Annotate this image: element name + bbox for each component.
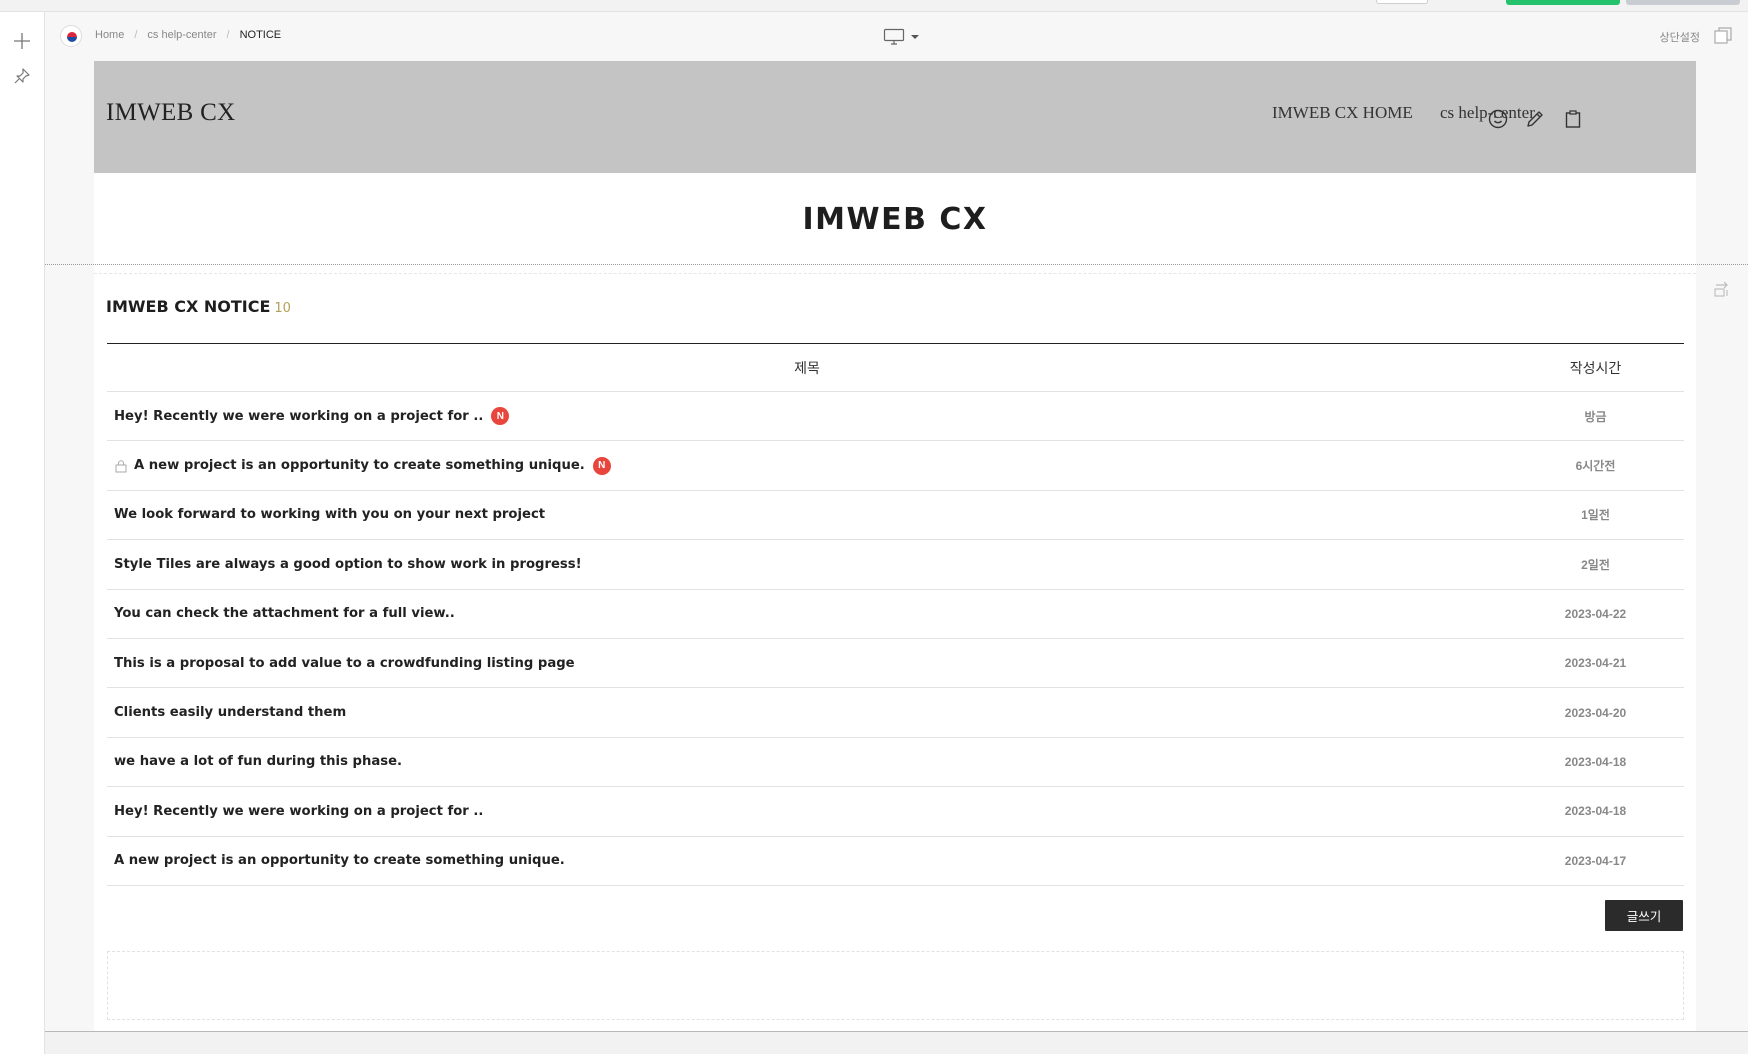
section-divider <box>45 264 1748 265</box>
add-section-button[interactable] <box>8 27 36 55</box>
table-row[interactable]: You can check the attachment for a full … <box>107 590 1684 639</box>
site-header: IMWEB CX IMWEB CX HOME cs help-center <box>94 61 1696 173</box>
breadcrumb-separator: / <box>226 29 230 41</box>
site-logo[interactable]: IMWEB CX <box>106 99 235 127</box>
board-title-text: IMWEB CX NOTICE <box>106 297 271 316</box>
post-title-cell: we have a lot of fun during this phase. <box>107 754 1507 769</box>
pencil-icon[interactable] <box>1523 107 1547 131</box>
column-header-date: 작성시간 <box>1569 359 1622 376</box>
table-row[interactable]: We look forward to working with you on y… <box>107 491 1684 541</box>
post-title-cell: Hey! Recently we were working on a proje… <box>107 804 1507 819</box>
breadcrumb-home[interactable]: Home <box>95 29 124 41</box>
table-header: 제목 작성시간 <box>107 344 1684 392</box>
post-title-cell: A new project is an opportunity to creat… <box>107 456 1507 475</box>
post-date-cell: 방금 <box>1584 409 1607 424</box>
table-row[interactable]: Style Tiles are always a good option to … <box>107 540 1684 590</box>
column-header-title: 제목 <box>794 359 820 376</box>
post-title-link[interactable]: A new project is an opportunity to creat… <box>134 458 585 473</box>
post-title-link[interactable]: Hey! Recently we were working on a proje… <box>114 409 483 424</box>
table-row[interactable]: we have a lot of fun during this phase. 2… <box>107 738 1684 788</box>
secondary-top-button[interactable] <box>1626 0 1740 5</box>
smile-icon[interactable] <box>1486 107 1510 131</box>
site-title: IMWEB CX <box>802 202 988 237</box>
post-date-cell: 6시간전 <box>1575 459 1616 474</box>
post-date-cell: 2023-04-20 <box>1564 705 1627 720</box>
table-row[interactable]: Hey! Recently we were working on a proje… <box>107 787 1684 837</box>
breadcrumb-current: NOTICE <box>239 29 282 41</box>
post-date-cell: 2023-04-22 <box>1564 606 1627 621</box>
post-date-cell: 2023-04-18 <box>1564 754 1627 769</box>
new-badge: N <box>592 456 611 475</box>
empty-section-placeholder <box>107 951 1684 1020</box>
swap-section-icon[interactable] <box>1712 278 1734 300</box>
pin-icon <box>14 68 30 84</box>
board-table: 제목 작성시간 Hey! Recently we were working on… <box>107 343 1684 886</box>
table-row[interactable]: This is a proposal to add value to a cro… <box>107 639 1684 689</box>
post-title-link[interactable]: You can check the attachment for a full … <box>114 606 455 621</box>
table-row[interactable]: A new project is an opportunity to creat… <box>107 441 1684 491</box>
post-title-cell: Hey! Recently we were working on a proje… <box>107 407 1507 426</box>
top-setting-link[interactable]: 상단설정 <box>1660 29 1700 45</box>
publish-button[interactable] <box>1506 0 1620 5</box>
breadcrumb: Home / cs help-center / NOTICE <box>95 29 281 41</box>
post-title-link[interactable]: Clients easily understand them <box>114 705 346 720</box>
post-title-link[interactable]: A new project is an opportunity to creat… <box>114 853 565 868</box>
post-title-link[interactable]: Style Tiles are always a good option to … <box>114 557 582 572</box>
post-title-link[interactable]: We look forward to working with you on y… <box>114 507 545 522</box>
post-date-cell: 2023-04-18 <box>1564 804 1627 819</box>
editor-bar: Home / cs help-center / NOTICE 상단설정 <box>45 12 1748 61</box>
bottom-area <box>45 1032 1748 1054</box>
table-row[interactable]: Hey! Recently we were working on a proje… <box>107 392 1684 442</box>
nav-item-home[interactable]: IMWEB CX HOME <box>1272 103 1413 123</box>
post-title-cell: We look forward to working with you on y… <box>107 507 1507 522</box>
lock-icon <box>114 459 128 473</box>
post-title-link[interactable]: Hey! Recently we were working on a proje… <box>114 804 483 819</box>
board-title: IMWEB CX NOTICE 10 <box>106 297 291 316</box>
post-date-cell: 2일전 <box>1581 557 1610 572</box>
post-title-cell: Clients easily understand them <box>107 705 1507 720</box>
post-date-cell: 2023-04-17 <box>1564 853 1627 868</box>
breadcrumb-parent[interactable]: cs help-center <box>147 29 216 41</box>
plus-icon <box>14 33 30 49</box>
post-title-cell: This is a proposal to add value to a cro… <box>107 656 1507 671</box>
section-guide <box>94 273 1696 274</box>
board-post-count: 10 <box>274 301 291 316</box>
table-body: Hey! Recently we were working on a proje… <box>107 392 1684 886</box>
copy-icon[interactable] <box>1712 25 1734 47</box>
device-view-dropdown[interactable] <box>883 25 927 49</box>
post-date-cell: 2023-04-21 <box>1564 656 1627 671</box>
new-badge: N <box>491 407 510 426</box>
pin-button[interactable] <box>8 62 36 90</box>
language-flag-icon[interactable] <box>60 25 82 47</box>
write-post-button[interactable]: 글쓰기 <box>1605 900 1683 931</box>
post-title-link[interactable]: This is a proposal to add value to a cro… <box>114 656 575 671</box>
post-title-cell: A new project is an opportunity to creat… <box>107 853 1507 868</box>
table-row[interactable]: A new project is an opportunity to creat… <box>107 837 1684 886</box>
top-toolbar-button[interactable] <box>1376 0 1428 4</box>
chevron-down-icon <box>911 35 919 39</box>
breadcrumb-separator: / <box>134 29 138 41</box>
top-strip <box>0 0 1748 12</box>
post-title-link[interactable]: we have a lot of fun during this phase. <box>114 754 402 769</box>
post-title-cell: Style Tiles are always a good option to … <box>107 557 1507 572</box>
post-title-cell: You can check the attachment for a full … <box>107 606 1507 621</box>
table-row[interactable]: Clients easily understand them 2023-04-20 <box>107 688 1684 738</box>
left-rail <box>0 12 45 1054</box>
clipboard-icon[interactable] <box>1561 107 1585 131</box>
desktop-icon <box>883 28 905 45</box>
post-date-cell: 1일전 <box>1581 508 1610 523</box>
